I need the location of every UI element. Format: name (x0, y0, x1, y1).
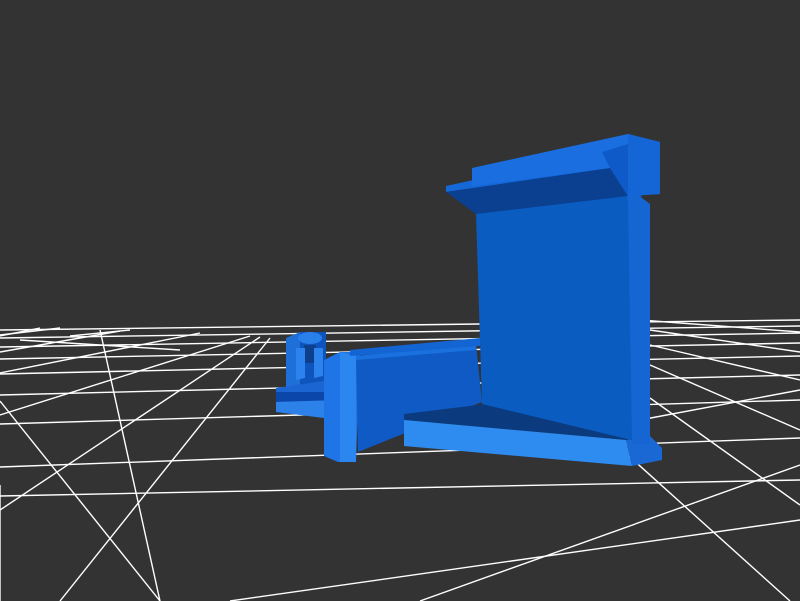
3d-viewport[interactable] (0, 0, 800, 601)
viewport-background (0, 0, 800, 601)
viewport-canvas[interactable] (0, 0, 800, 601)
